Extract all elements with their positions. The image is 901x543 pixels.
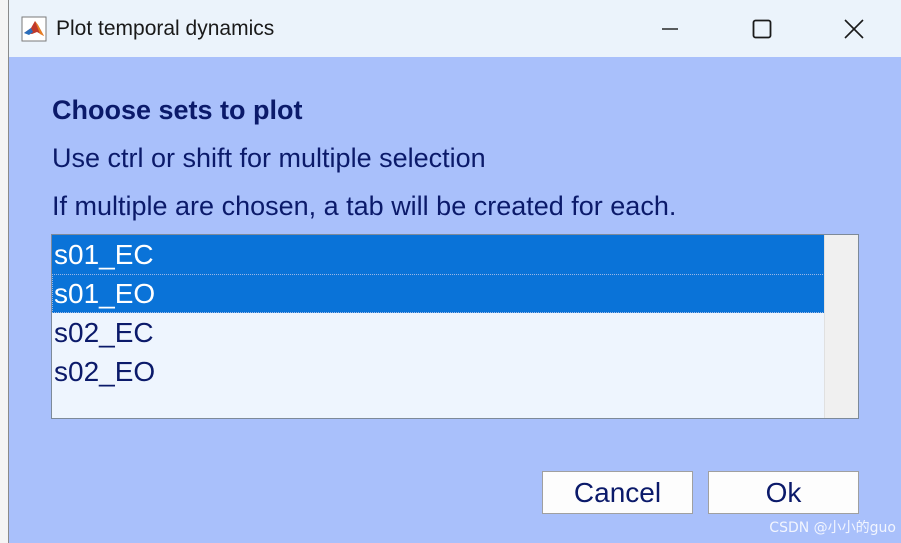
background-window-edge (0, 0, 8, 543)
list-items: s01_EC s01_EO s02_EC s02_EO (52, 235, 825, 391)
minimize-button[interactable] (624, 0, 716, 57)
minimize-icon (662, 27, 678, 30)
list-scrollbar[interactable] (824, 235, 858, 418)
list-item[interactable]: s01_EC (52, 235, 825, 274)
ok-button[interactable]: Ok (708, 471, 859, 514)
dialog-heading: Choose sets to plot (52, 95, 303, 125)
list-item[interactable]: s02_EO (52, 352, 825, 391)
cancel-button[interactable]: Cancel (542, 471, 693, 514)
window-title: Plot temporal dynamics (56, 17, 275, 40)
instruction-text-2: If multiple are chosen, a tab will be cr… (52, 191, 677, 221)
matlab-icon (21, 16, 47, 42)
maximize-icon (752, 19, 772, 38)
close-button[interactable] (808, 0, 900, 57)
instruction-text: Use ctrl or shift for multiple selection (52, 143, 486, 173)
close-icon (844, 18, 864, 39)
list-item[interactable]: s01_EO (52, 274, 825, 313)
dialog-window: Plot temporal dynamics Choose sets to pl… (8, 0, 901, 543)
watermark: CSDN @小小的guo (769, 520, 896, 536)
title-bar[interactable]: Plot temporal dynamics (9, 0, 901, 57)
set-listbox[interactable]: s01_EC s01_EO s02_EC s02_EO (51, 234, 859, 419)
maximize-button[interactable] (716, 0, 808, 57)
list-item[interactable]: s02_EC (52, 313, 825, 352)
